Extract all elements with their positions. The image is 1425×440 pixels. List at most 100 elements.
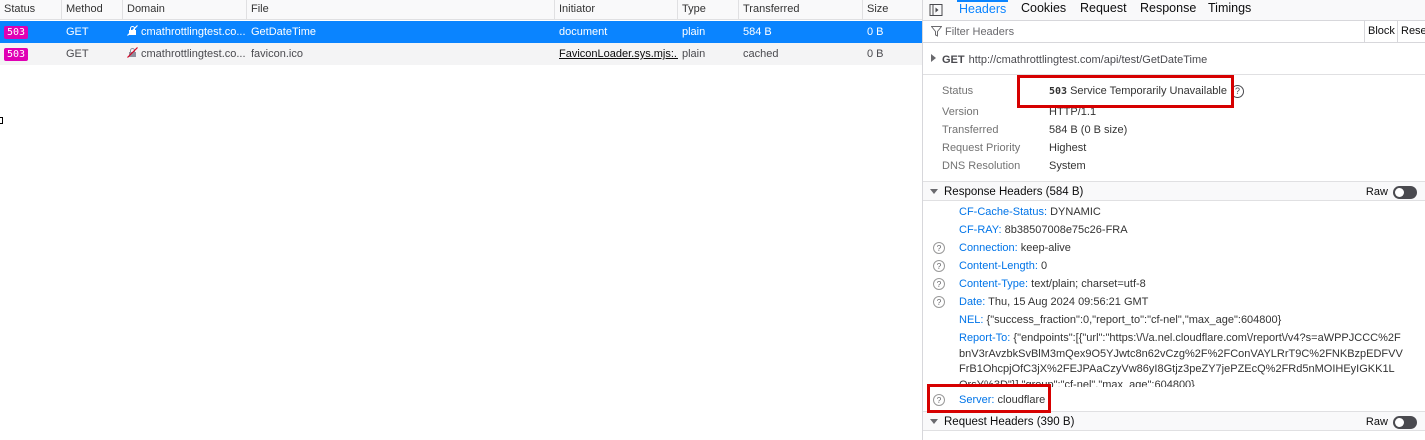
toggle-sidebar-icon[interactable] — [929, 3, 943, 17]
header-value: keep-alive — [1020, 242, 1071, 254]
expand-arrow-icon — [931, 54, 936, 62]
raw-toggle[interactable]: Raw — [1366, 412, 1417, 432]
toggle-switch-icon[interactable] — [1393, 415, 1417, 429]
method-cell: GET — [66, 26, 89, 38]
header-value: text/plain; charset=utf-8 — [1031, 278, 1146, 290]
summary-key: DNS Resolution — [942, 160, 1021, 172]
column-initiator[interactable]: Initiator — [555, 0, 678, 20]
header-name: Connection: — [959, 242, 1018, 254]
header-name: CF-RAY: — [959, 224, 1002, 236]
filter-icon — [930, 26, 943, 37]
section-title: Response Headers (584 B) — [944, 186, 1084, 198]
insecure-lock-icon — [127, 25, 138, 36]
resend-button[interactable]: Resen — [1397, 21, 1425, 42]
request-list-header: Status Method Domain File Initiator Type… — [0, 0, 922, 20]
collapse-arrow-icon — [930, 419, 938, 424]
help-icon[interactable]: ? — [933, 296, 945, 308]
header-name: Date: — [959, 296, 986, 308]
size-cell: 0 B — [867, 26, 884, 38]
block-button[interactable]: Block — [1364, 21, 1398, 42]
toggle-switch-icon[interactable] — [1393, 185, 1417, 199]
size-cell: 0 B — [867, 48, 884, 60]
table-row[interactable]: 503 GET cmathrottlingtest.co... GetDateT… — [0, 21, 922, 43]
status-value: 503 Service Temporarily Unavailable? — [1049, 82, 1244, 101]
tab-cookies[interactable]: Cookies — [1019, 0, 1068, 20]
tab-request[interactable]: Request — [1078, 0, 1129, 20]
header-value: 0 — [1040, 260, 1048, 272]
tab-timings[interactable]: Timings — [1206, 0, 1253, 20]
summary-value: HTTP/1.1 — [1049, 106, 1097, 118]
section-title: Request Headers (390 B) — [944, 416, 1075, 428]
tab-response[interactable]: Response — [1138, 0, 1198, 20]
header-name: NEL: — [959, 314, 984, 326]
filter-headers-input[interactable] — [945, 21, 1325, 42]
type-cell: plain — [682, 26, 706, 38]
insecure-lock-icon — [127, 47, 138, 58]
file-cell: GetDateTime — [251, 26, 317, 38]
request-headers-section[interactable]: Request Headers (390 B) Raw — [923, 411, 1425, 431]
table-row[interactable]: 503 GET cmathrottlingtest.co... favicon.… — [0, 43, 922, 65]
help-icon[interactable]: ? — [1230, 84, 1244, 98]
initiator-cell: document — [559, 26, 608, 38]
summary-status: Status 503 Service Temporarily Unavailabl… — [942, 82, 1422, 100]
raw-label: Raw — [1365, 186, 1388, 198]
header-name: CF-Cache-Status: — [959, 206, 1048, 218]
method-cell: GET — [66, 48, 89, 60]
status-code: 503 — [1049, 86, 1068, 97]
request-method: GET — [942, 54, 965, 66]
type-cell: plain — [682, 48, 706, 60]
file-cell: favicon.ico — [251, 48, 303, 60]
transferred-cell: cached — [743, 48, 779, 60]
header-value: {"success_fraction":0,"report_to":"cf-ne… — [986, 314, 1282, 326]
raw-toggle[interactable]: Raw — [1366, 182, 1417, 202]
response-headers-section[interactable]: Response Headers (584 B) Raw — [923, 181, 1425, 201]
summary-key: Transferred — [942, 124, 999, 136]
summary-key: Status — [942, 85, 974, 97]
help-icon[interactable]: ? — [933, 242, 945, 254]
summary-value: System — [1049, 160, 1086, 172]
details-panel: Headers Cookies Request Response Timings… — [923, 0, 1425, 440]
header-name: Report-To: — [959, 332, 1011, 344]
initiator-link[interactable]: FaviconLoader.sys.mjs:... — [555, 43, 678, 65]
status-badge: 503 — [4, 25, 29, 39]
header-value: cloudflare — [997, 394, 1046, 406]
request-url: http://cmathrottlingtest.com/api/test/Ge… — [968, 54, 1208, 66]
header-name: Content-Type: — [959, 278, 1029, 290]
status-badge: 503 — [4, 47, 29, 61]
details-tabbar: Headers Cookies Request Response Timings — [923, 0, 1425, 21]
column-domain[interactable]: Domain — [123, 0, 247, 20]
column-transferred[interactable]: Transferred — [739, 0, 863, 20]
column-status[interactable]: Status — [0, 0, 62, 20]
header-value: DYNAMIC — [1050, 206, 1101, 218]
summary-priority: Request Priority Highest — [942, 139, 1422, 157]
help-icon[interactable]: ? — [933, 278, 945, 290]
summary-value: 584 B (0 B size) — [1049, 124, 1128, 136]
edge-marker — [0, 117, 3, 124]
column-size[interactable]: Size — [863, 0, 922, 20]
summary-key: Version — [942, 106, 979, 118]
column-file[interactable]: File — [247, 0, 555, 20]
summary-key: Request Priority — [942, 142, 1021, 154]
raw-label: Raw — [1365, 416, 1388, 428]
help-icon[interactable]: ? — [933, 394, 945, 406]
summary-value: Highest — [1049, 142, 1087, 154]
status-text: Service Temporarily Unavailable — [1070, 85, 1227, 97]
help-icon[interactable]: ? — [933, 260, 945, 272]
summary-dns: DNS Resolution System — [942, 157, 1422, 175]
collapse-arrow-icon — [930, 189, 938, 194]
header-name: Content-Length: — [959, 260, 1038, 272]
column-type[interactable]: Type — [678, 0, 739, 20]
request-url-row[interactable]: GET http://cmathrottlingtest.com/api/test… — [923, 45, 1425, 75]
summary-version: Version HTTP/1.1 — [942, 103, 1422, 121]
domain-cell: cmathrottlingtest.co... — [141, 48, 246, 60]
header-value: 8b38507008e75c26-FRA — [1004, 224, 1128, 236]
filter-bar: Block Resen — [923, 21, 1425, 43]
column-method[interactable]: Method — [62, 0, 123, 20]
header-value: {"endpoints":[{"url":"https:\/\/a.nel.cl… — [959, 332, 1403, 387]
request-list: Status Method Domain File Initiator Type… — [0, 0, 922, 440]
summary-transferred: Transferred 584 B (0 B size) — [942, 121, 1422, 139]
tab-headers[interactable]: Headers — [957, 0, 1009, 20]
header-row: Report-To: {"endpoints":[{"url":"https:\… — [933, 331, 1413, 387]
header-name: Server: — [959, 394, 995, 406]
transferred-cell: 584 B — [743, 26, 772, 38]
